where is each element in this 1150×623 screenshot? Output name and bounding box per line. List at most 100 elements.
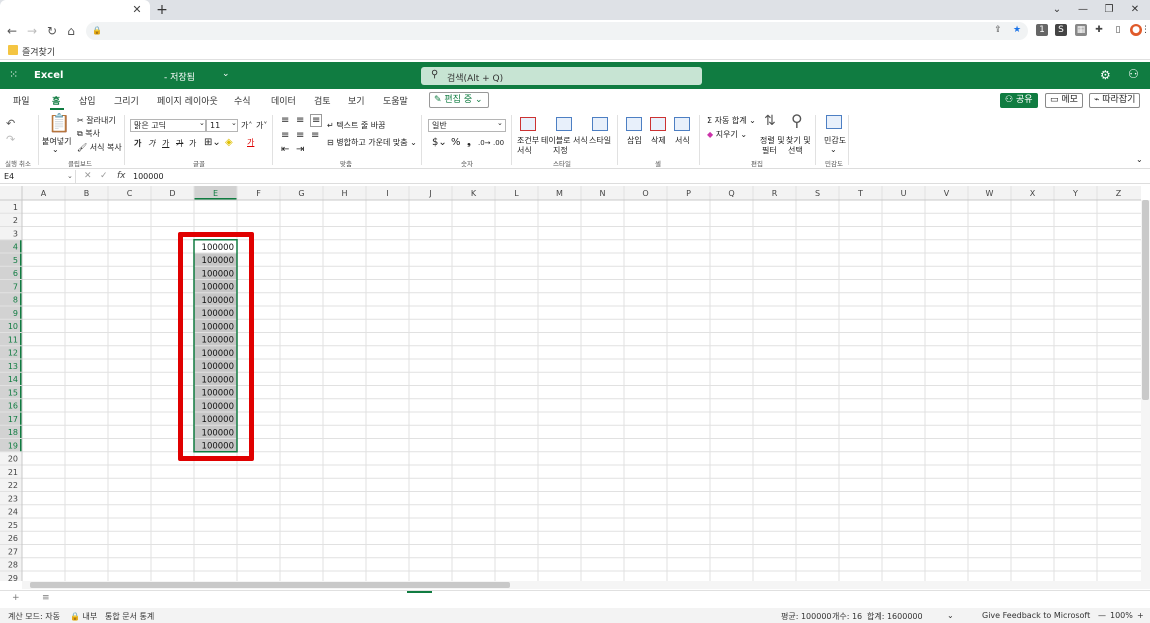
increase-decimal-icon[interactable]: .0→ — [478, 139, 491, 147]
row-header-18[interactable]: 18 — [8, 428, 18, 437]
increase-font-icon[interactable]: 가˄ — [241, 120, 252, 131]
column-header-m[interactable]: M — [556, 189, 563, 198]
redo-icon[interactable]: ↷ — [6, 133, 15, 146]
column-header-h[interactable]: H — [341, 189, 347, 198]
cut-button[interactable]: ✂ 잘라내기 — [77, 115, 116, 126]
name-box[interactable]: E4 — [0, 170, 76, 183]
tab-view[interactable]: 보기 — [348, 94, 365, 107]
column-header-w[interactable]: W — [986, 189, 994, 198]
align-top-icon[interactable]: ≡ — [281, 115, 289, 126]
reload-icon[interactable]: ↻ — [44, 23, 60, 39]
formula-input[interactable]: 100000 — [133, 170, 164, 183]
zoom-out-icon[interactable]: — — [1098, 611, 1106, 620]
grid-canvas[interactable]: A B C D E F G H I J K L M N O P Q R S T U V W X Y Z12345678910111… — [0, 186, 1150, 581]
address-bar[interactable]: 🔒 — [86, 22, 1028, 40]
underline-icon[interactable]: 가 — [162, 138, 169, 149]
autosum-button[interactable]: Σ 자동 합계 ⌄ — [707, 115, 756, 126]
document-status[interactable]: - 저장됨 — [164, 70, 195, 83]
insert-cells-label[interactable]: 삽입 — [627, 135, 642, 146]
enter-icon[interactable]: ✓ — [100, 170, 108, 183]
format-cells-label[interactable]: 서식 — [675, 135, 690, 146]
app-launcher-icon[interactable]: ⁙ — [9, 69, 21, 81]
workbook-statistics[interactable]: 통합 문서 통계 — [105, 611, 154, 622]
paste-icon[interactable]: 📋 — [48, 113, 70, 134]
row-header-7[interactable]: 7 — [13, 282, 18, 291]
catch-up-button[interactable]: ⌁ 따라잡기 — [1089, 93, 1141, 108]
home-icon[interactable]: ⌂ — [63, 23, 79, 39]
row-header-2[interactable]: 2 — [13, 216, 18, 225]
increase-indent-icon[interactable]: ⇥ — [296, 144, 304, 155]
row-header-24[interactable]: 24 — [8, 508, 18, 517]
format-painter-button[interactable]: 🖌 서식 복사 — [77, 142, 122, 153]
row-header-4[interactable]: 4 — [13, 243, 18, 252]
column-header-x[interactable]: X — [1030, 189, 1036, 198]
tab-file[interactable]: 파일 — [13, 94, 30, 107]
paste-chevron-icon[interactable]: ⌄ — [52, 145, 59, 154]
chevron-down-icon[interactable]: ⌄ — [222, 69, 230, 79]
row-header-21[interactable]: 21 — [8, 468, 18, 477]
align-middle-icon[interactable]: ≡ — [296, 115, 304, 126]
column-header-g[interactable]: G — [298, 189, 304, 198]
column-header-f[interactable]: F — [256, 189, 261, 198]
tab-home[interactable]: 홈 — [52, 94, 60, 107]
chevron-down-icon[interactable]: ⌄ — [497, 119, 503, 127]
chevron-down-icon[interactable]: ⌄ — [830, 145, 837, 154]
delete-cells-icon[interactable] — [650, 117, 666, 131]
restore-icon[interactable]: ❐ — [1101, 2, 1117, 18]
app-name[interactable]: Excel — [34, 70, 63, 81]
copy-button[interactable]: ⧉ 복사 — [77, 128, 100, 139]
add-sheet-icon[interactable]: + — [12, 593, 20, 603]
vertical-scrollbar[interactable] — [1141, 200, 1150, 581]
column-header-n[interactable]: N — [600, 189, 606, 198]
folder-icon[interactable] — [8, 45, 18, 55]
row-header-5[interactable]: 5 — [13, 256, 18, 265]
row-header-26[interactable]: 26 — [8, 534, 18, 543]
column-header-v[interactable]: V — [944, 189, 950, 198]
bold-icon[interactable]: 가 — [134, 138, 141, 149]
currency-icon[interactable]: $⌄ — [432, 137, 447, 148]
extension-1-icon[interactable]: 1 — [1036, 24, 1048, 36]
sort-filter-icon[interactable]: ⇅ — [764, 113, 776, 129]
row-header-1[interactable]: 1 — [13, 203, 18, 212]
window-close-icon[interactable]: ✕ — [1127, 2, 1143, 18]
horizontal-scroll-thumb[interactable] — [30, 582, 510, 588]
close-tab-icon[interactable]: ✕ — [130, 3, 144, 17]
feedback-link[interactable]: Give Feedback to Microsoft — [982, 611, 1090, 620]
strikethrough-icon[interactable]: 가 — [176, 138, 183, 149]
horizontal-scrollbar[interactable] — [22, 581, 1150, 589]
column-header-r[interactable]: R — [772, 189, 778, 198]
decrease-font-icon[interactable]: 가˅ — [256, 120, 267, 131]
row-header-9[interactable]: 9 — [13, 309, 18, 318]
row-header-29[interactable]: 29 — [8, 574, 18, 581]
row-header-12[interactable]: 12 — [8, 349, 18, 358]
row-header-28[interactable]: 28 — [8, 561, 18, 570]
column-header-t[interactable]: T — [857, 189, 863, 198]
extensions-puzzle-icon[interactable]: ✚ — [1093, 24, 1105, 36]
decrease-decimal-icon[interactable]: .00 — [493, 139, 504, 147]
column-header-c[interactable]: C — [127, 189, 133, 198]
cancel-icon[interactable]: ✕ — [84, 170, 92, 183]
row-header-11[interactable]: 11 — [8, 335, 18, 344]
format-as-table-icon[interactable] — [556, 117, 572, 131]
browser-tab[interactable]: ✕ — [0, 0, 150, 20]
clear-button[interactable]: ◆ 지우기 ⌄ — [707, 129, 747, 140]
row-header-15[interactable]: 15 — [8, 388, 18, 397]
minimize-icon[interactable]: — — [1075, 2, 1091, 18]
row-header-6[interactable]: 6 — [13, 269, 18, 278]
insert-cells-icon[interactable] — [626, 117, 642, 131]
column-header-a[interactable]: A — [41, 189, 47, 198]
column-header-o[interactable]: O — [642, 189, 648, 198]
zoom-in-icon[interactable]: + — [1137, 611, 1144, 620]
vertical-scroll-thumb[interactable] — [1142, 200, 1149, 400]
conditional-formatting-label-2[interactable]: 서식 — [517, 145, 532, 156]
wrap-text-button[interactable]: ↵ 텍스트 줄 바꿈 — [327, 120, 386, 131]
editing-mode-button[interactable]: ✎ 편집 중 ⌄ — [429, 92, 489, 108]
format-cells-icon[interactable] — [674, 117, 690, 131]
column-header-k[interactable]: K — [471, 189, 477, 198]
align-bottom-icon[interactable]: ≡ — [310, 114, 323, 127]
chrome-menu-icon[interactable]: ⋮ — [1141, 24, 1150, 36]
tab-search-icon[interactable]: ⌄ — [1049, 2, 1065, 18]
back-icon[interactable]: ← — [4, 23, 20, 39]
row-header-19[interactable]: 19 — [8, 441, 18, 450]
column-header-y[interactable]: Y — [1072, 189, 1078, 198]
